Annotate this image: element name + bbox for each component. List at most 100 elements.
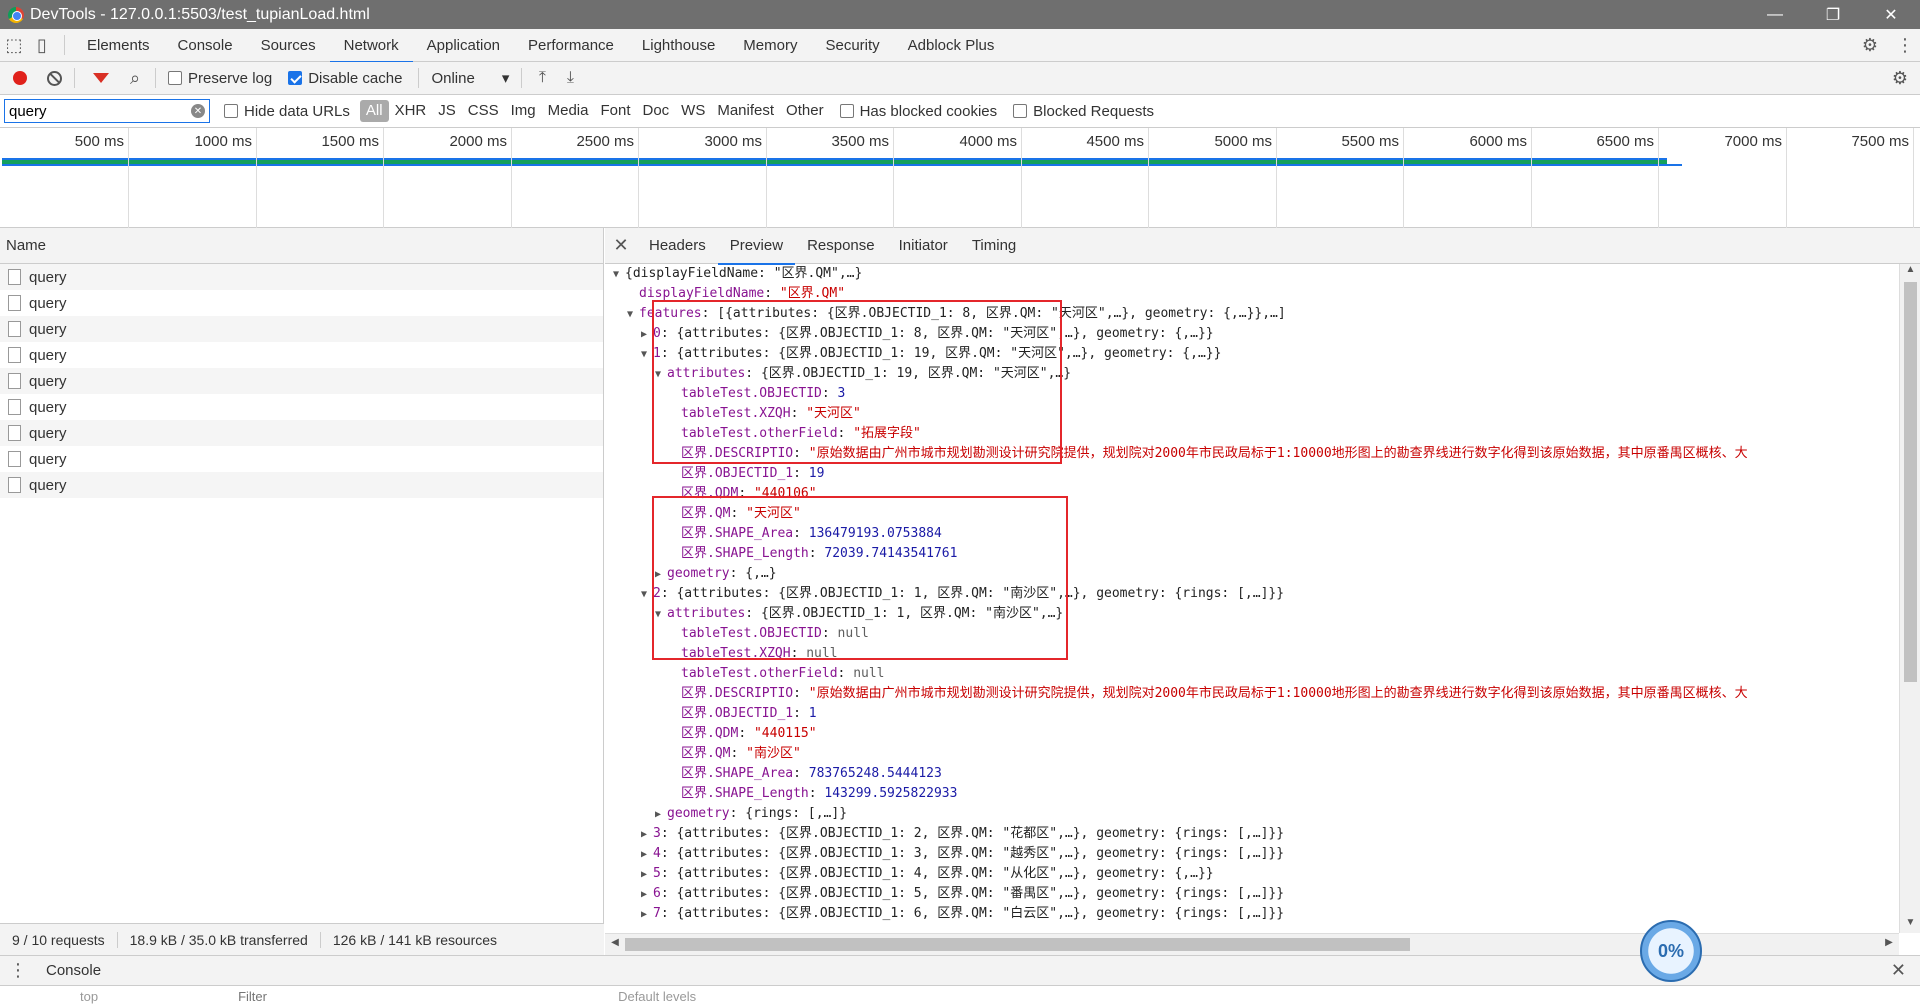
speed-badge[interactable]: 0% xyxy=(1640,920,1702,982)
json-line[interactable]: ▶ geometry: {rings: [,…]} xyxy=(605,804,1899,824)
import-har-icon[interactable]: ⤒ xyxy=(528,69,556,87)
request-row[interactable]: query xyxy=(0,472,603,498)
hide-data-urls-checkbox[interactable]: Hide data URLs xyxy=(224,103,350,120)
collapse-right-icon[interactable]: ▶ xyxy=(641,825,653,845)
collapse-right-icon[interactable]: ▶ xyxy=(641,905,653,925)
close-drawer-icon[interactable]: ✕ xyxy=(1891,960,1906,981)
collapse-right-icon[interactable]: ▶ xyxy=(641,845,653,865)
json-line[interactable]: ▶ 6: {attributes: {区界.OBJECTID_1: 5, 区界.Q… xyxy=(605,884,1899,904)
scroll-up-icon[interactable]: ▲ xyxy=(1900,264,1920,280)
json-colon: : xyxy=(660,886,677,901)
tab-network[interactable]: Network xyxy=(329,29,413,63)
filter-button[interactable] xyxy=(87,64,115,92)
name-column-header[interactable]: Name xyxy=(0,228,603,264)
type-filter-css[interactable]: CSS xyxy=(462,100,505,122)
horizontal-scrollbar[interactable]: ◀ ▶ xyxy=(605,933,1899,955)
request-row[interactable]: query xyxy=(0,264,603,290)
log-levels-select[interactable]: Default levels xyxy=(618,989,696,1004)
json-value: 783765248.5444123 xyxy=(808,766,942,781)
type-filter-img[interactable]: Img xyxy=(505,100,542,122)
scroll-thumb[interactable] xyxy=(1904,282,1917,682)
type-filter-xhr[interactable]: XHR xyxy=(389,100,433,122)
throttle-select[interactable]: Online ▾ xyxy=(425,69,515,88)
timeline-tick-label: 5000 ms xyxy=(1214,133,1272,150)
json-line[interactable]: ▶ 4: {attributes: {区界.OBJECTID_1: 3, 区界.Q… xyxy=(605,844,1899,864)
more-options-icon[interactable]: ⋮ xyxy=(1890,32,1920,60)
type-filter-media[interactable]: Media xyxy=(542,100,595,122)
type-filter-doc[interactable]: Doc xyxy=(636,100,675,122)
request-row[interactable]: query xyxy=(0,290,603,316)
clear-button[interactable] xyxy=(40,64,68,92)
preserve-log-checkbox[interactable]: Preserve log xyxy=(168,70,272,87)
type-filter-ws[interactable]: WS xyxy=(675,100,711,122)
request-row[interactable]: query xyxy=(0,368,603,394)
expand-down-icon[interactable]: ▼ xyxy=(613,265,625,285)
drawer-menu-icon[interactable]: ⋮ xyxy=(0,960,36,981)
scroll-right-icon[interactable]: ▶ xyxy=(1881,937,1897,948)
type-filter-other[interactable]: Other xyxy=(780,100,830,122)
tab-console[interactable]: Console xyxy=(164,29,247,62)
restore-button[interactable]: ❐ xyxy=(1804,0,1862,29)
tab-application[interactable]: Application xyxy=(413,29,514,62)
tab-performance[interactable]: Performance xyxy=(514,29,628,62)
timeline-overview[interactable]: 500 ms 1000 ms 1500 ms 2000 ms 2500 ms 3000 m… xyxy=(0,128,1920,228)
collapse-right-icon[interactable]: ▶ xyxy=(641,865,653,885)
request-row[interactable]: query xyxy=(0,420,603,446)
tab-security[interactable]: Security xyxy=(811,29,893,62)
scroll-left-icon[interactable]: ◀ xyxy=(607,937,623,948)
type-filter-manifest[interactable]: Manifest xyxy=(711,100,780,122)
collapse-right-icon[interactable]: ▶ xyxy=(655,805,667,825)
tab-adblock-plus[interactable]: Adblock Plus xyxy=(894,29,1009,62)
request-row[interactable]: query xyxy=(0,394,603,420)
minimize-button[interactable]: — xyxy=(1746,0,1804,29)
console-filter-input[interactable] xyxy=(238,988,619,1004)
disable-cache-label: Disable cache xyxy=(308,69,403,87)
json-line[interactable]: ▶ 3: {attributes: {区界.OBJECTID_1: 2, 区界.Q… xyxy=(605,824,1899,844)
details-tab-initiator[interactable]: Initiator xyxy=(887,228,960,264)
expand-down-icon[interactable]: ▼ xyxy=(627,305,639,325)
details-tab-headers[interactable]: Headers xyxy=(637,228,718,264)
settings-gear-icon[interactable]: ⚙ xyxy=(1850,32,1890,60)
export-har-icon[interactable]: ⤓ xyxy=(556,69,584,87)
device-toolbar-icon[interactable]: ▯ xyxy=(28,31,56,59)
timeline-gridline xyxy=(383,128,384,228)
clear-filter-icon[interactable]: ✕ xyxy=(191,104,205,118)
request-row[interactable]: query xyxy=(0,446,603,472)
request-row[interactable]: query xyxy=(0,316,603,342)
context-select[interactable]: top xyxy=(80,989,98,1004)
json-line[interactable]: ▼ {displayFieldName: "区界.QM",…} xyxy=(605,264,1899,284)
request-name: query xyxy=(29,476,67,494)
details-tab-preview[interactable]: Preview xyxy=(717,228,796,265)
vertical-scrollbar[interactable]: ▲ ▼ xyxy=(1899,264,1920,933)
tab-elements[interactable]: Elements xyxy=(73,29,164,62)
scroll-thumb[interactable] xyxy=(625,938,1410,951)
details-tab-response[interactable]: Response xyxy=(795,228,887,264)
type-filter-font[interactable]: Font xyxy=(594,100,636,122)
tab-lighthouse[interactable]: Lighthouse xyxy=(628,29,729,62)
type-filter-all[interactable]: All xyxy=(359,100,389,122)
disable-cache-checkbox[interactable]: Disable cache xyxy=(288,70,402,87)
request-row[interactable]: query xyxy=(0,342,603,368)
details-tabs: ✕ Headers Preview Response Initiator Timing xyxy=(605,228,1920,265)
has-blocked-cookies-checkbox[interactable]: Has blocked cookies xyxy=(839,103,997,120)
network-settings-gear-icon[interactable]: ⚙ xyxy=(1886,68,1914,89)
details-tab-timing[interactable]: Timing xyxy=(960,228,1028,264)
json-line[interactable]: ▶ 5: {attributes: {区界.OBJECTID_1: 4, 区界.Q… xyxy=(605,864,1899,884)
close-button[interactable]: ✕ xyxy=(1862,0,1920,29)
drawer-tab-console[interactable]: Console xyxy=(36,962,111,979)
json-colon: : xyxy=(793,706,809,721)
type-filter-js[interactable]: JS xyxy=(432,100,462,122)
hide-data-urls-label: Hide data URLs xyxy=(244,102,350,120)
tab-memory[interactable]: Memory xyxy=(729,29,811,62)
tab-sources[interactable]: Sources xyxy=(247,29,330,62)
record-button[interactable] xyxy=(6,64,34,92)
filter-input[interactable] xyxy=(9,102,179,120)
blocked-requests-checkbox[interactable]: Blocked Requests xyxy=(1013,103,1154,120)
collapse-right-icon[interactable]: ▶ xyxy=(641,885,653,905)
close-details-icon[interactable]: ✕ xyxy=(605,235,637,256)
timeline-gridline xyxy=(1276,128,1277,228)
search-icon[interactable]: ⌕ xyxy=(121,64,149,92)
json-line[interactable]: ▶ 7: {attributes: {区界.OBJECTID_1: 6, 区界.Q… xyxy=(605,904,1899,924)
inspect-element-icon[interactable]: ⬚ xyxy=(0,31,28,59)
scroll-down-icon[interactable]: ▼ xyxy=(1900,917,1920,933)
